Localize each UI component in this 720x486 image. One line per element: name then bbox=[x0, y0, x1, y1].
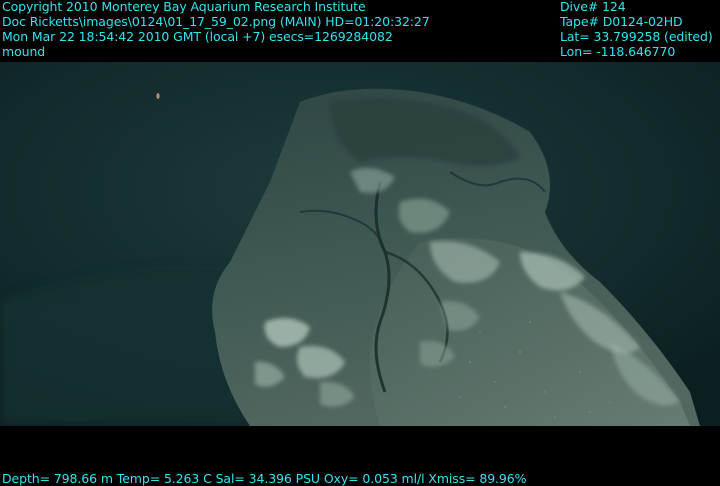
marine-snow-particle bbox=[156, 93, 160, 99]
copyright-line: Copyright 2010 Monterey Bay Aquarium Res… bbox=[2, 0, 366, 14]
video-frame: Copyright 2010 Monterey Bay Aquarium Res… bbox=[0, 0, 720, 486]
latitude: Lat= 33.799258 (edited) bbox=[560, 29, 713, 44]
video-overlay-right: Dive# 124 Tape# D0124-02HD Lat= 33.79925… bbox=[560, 0, 713, 59]
longitude: Lon= -118.646770 bbox=[560, 44, 676, 59]
sensor-readout: Depth= 798.66 m Temp= 5.263 C Sal= 34.39… bbox=[2, 471, 527, 486]
dive-number: Dive# 124 bbox=[560, 0, 626, 14]
seafloor-scene bbox=[0, 62, 720, 426]
seafloor-image bbox=[0, 62, 720, 426]
video-overlay-left: Copyright 2010 Monterey Bay Aquarium Res… bbox=[2, 0, 430, 59]
image-path-line: Doc Ricketts\images\0124\01_17_59_02.png… bbox=[2, 14, 430, 29]
tape-number: Tape# D0124-02HD bbox=[560, 14, 683, 29]
timestamp-line: Mon Mar 22 18:54:42 2010 GMT (local +7) … bbox=[2, 29, 393, 44]
annotation-line: mound bbox=[2, 44, 46, 59]
